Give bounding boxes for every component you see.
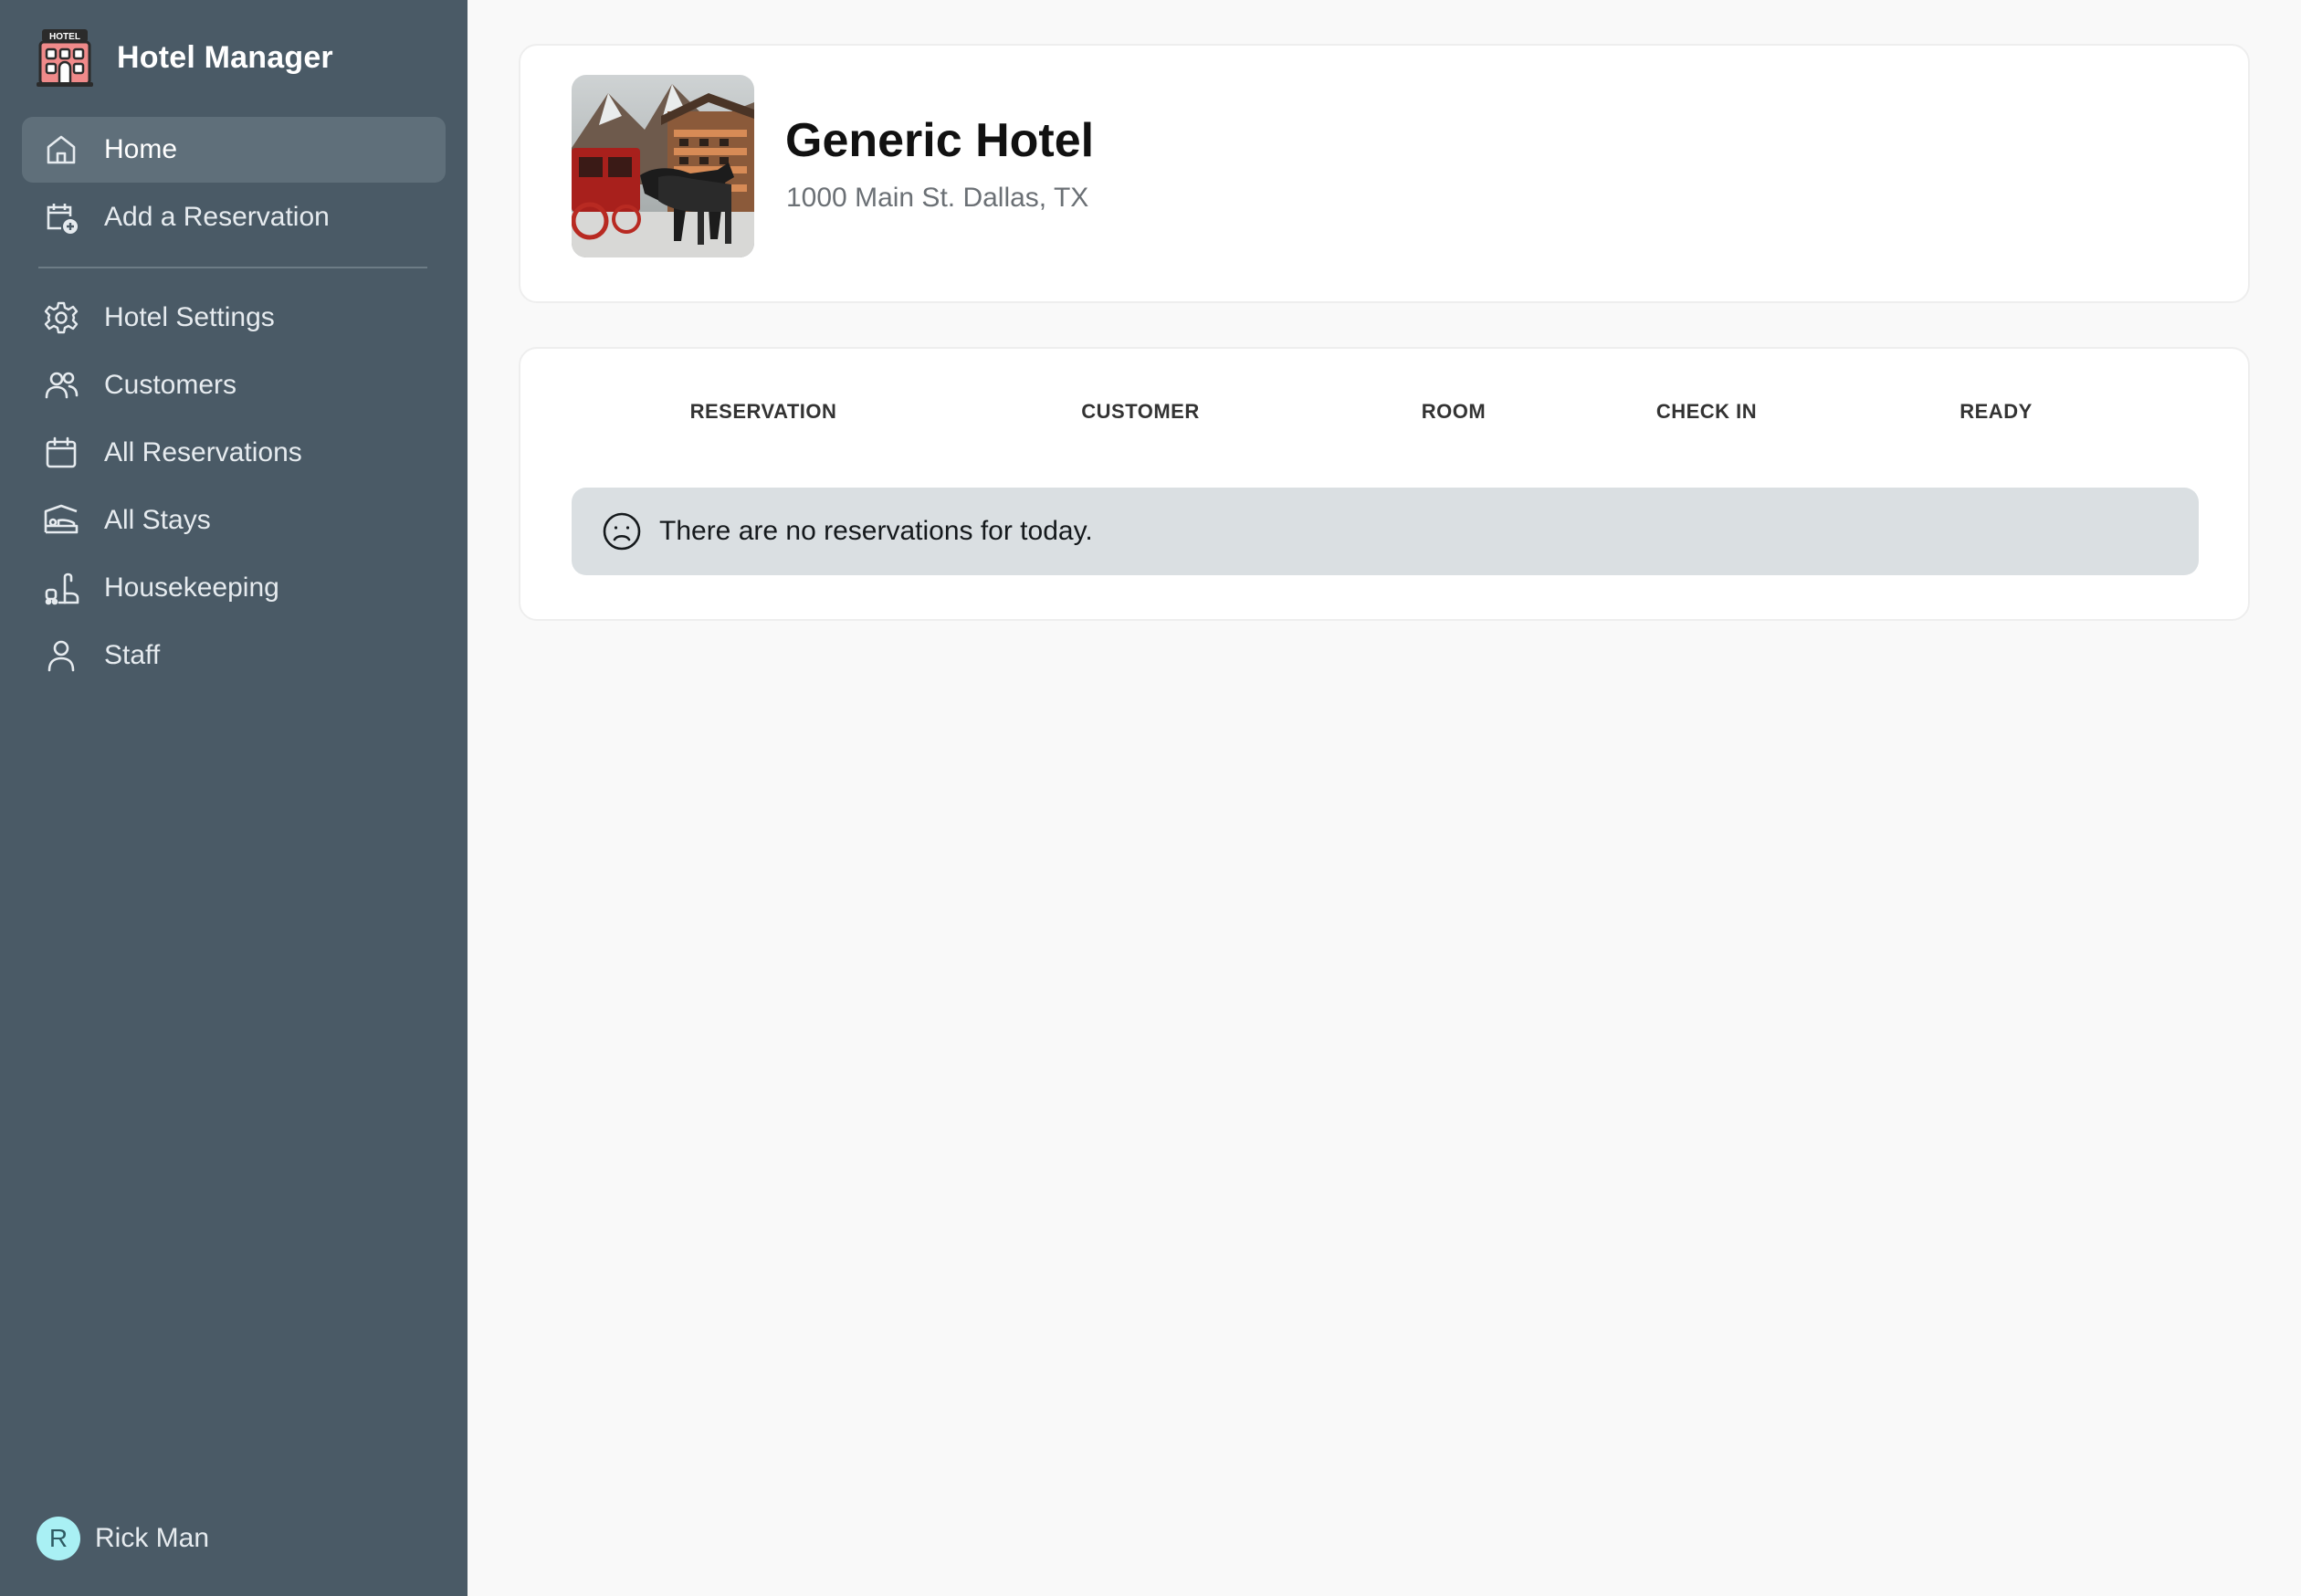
hotel-address: 1000 Main St. Dallas, TX <box>786 183 1089 213</box>
sidebar: HOTEL Hotel Manager Home Add a Reservati… <box>0 0 468 1596</box>
column-header-check-in[interactable]: CHECK IN <box>1656 400 1757 424</box>
gear-icon <box>42 299 80 337</box>
sidebar-item-staff[interactable]: Staff <box>22 623 446 688</box>
empty-state-message: There are no reservations for today. <box>659 516 1093 546</box>
sidebar-item-label: Home <box>104 134 178 164</box>
user-name: Rick Man <box>95 1523 210 1553</box>
sidebar-item-label: Hotel Settings <box>104 302 275 332</box>
sidebar-item-hotel-settings[interactable]: Hotel Settings <box>22 285 446 351</box>
hotel-card: Generic Hotel 1000 Main St. Dallas, TX <box>519 44 2250 303</box>
person-icon <box>42 636 80 675</box>
brand[interactable]: HOTEL Hotel Manager <box>37 26 333 89</box>
sidebar-item-all-reservations[interactable]: All Reservations <box>22 420 446 486</box>
logo-text: HOTEL <box>49 32 80 42</box>
vacuum-icon <box>42 569 80 607</box>
sidebar-item-all-stays[interactable]: All Stays <box>22 488 446 553</box>
app-root: HOTEL Hotel Manager Home Add a Reservati… <box>0 0 2301 1596</box>
sidebar-item-label: Housekeeping <box>104 572 279 603</box>
hotel-name: Generic Hotel <box>785 114 1095 167</box>
reservations-card: RESERVATION CUSTOMER ROOM CHECK IN READY… <box>519 347 2250 621</box>
column-header-customer[interactable]: CUSTOMER <box>1081 400 1200 424</box>
sad-face-icon <box>603 512 641 551</box>
column-header-reservation[interactable]: RESERVATION <box>690 400 837 424</box>
calendar-icon <box>42 434 80 472</box>
app-title: Hotel Manager <box>117 39 333 75</box>
sidebar-item-customers[interactable]: Customers <box>22 352 446 418</box>
column-header-room[interactable]: ROOM <box>1422 400 1486 424</box>
column-header-ready[interactable]: READY <box>1960 400 2033 424</box>
sidebar-item-housekeeping[interactable]: Housekeeping <box>22 555 446 621</box>
user-menu[interactable]: R Rick Man <box>37 1516 209 1561</box>
sidebar-item-home[interactable]: Home <box>22 117 446 183</box>
hotel-building-icon: HOTEL <box>37 29 93 87</box>
bed-icon <box>42 501 80 540</box>
calendar-add-icon <box>42 198 80 236</box>
sidebar-item-add-reservation[interactable]: Add a Reservation <box>22 184 446 250</box>
sidebar-item-label: Customers <box>104 370 237 400</box>
sidebar-item-label: Add a Reservation <box>104 202 330 232</box>
hotel-photo <box>572 75 754 257</box>
sidebar-item-label: All Reservations <box>104 437 302 467</box>
sidebar-item-label: All Stays <box>104 505 211 535</box>
avatar: R <box>37 1517 80 1560</box>
empty-state-alert: There are no reservations for today. <box>572 488 2199 575</box>
home-icon <box>42 131 80 169</box>
sidebar-divider <box>38 267 427 268</box>
users-icon <box>42 366 80 404</box>
sidebar-item-label: Staff <box>104 640 161 670</box>
